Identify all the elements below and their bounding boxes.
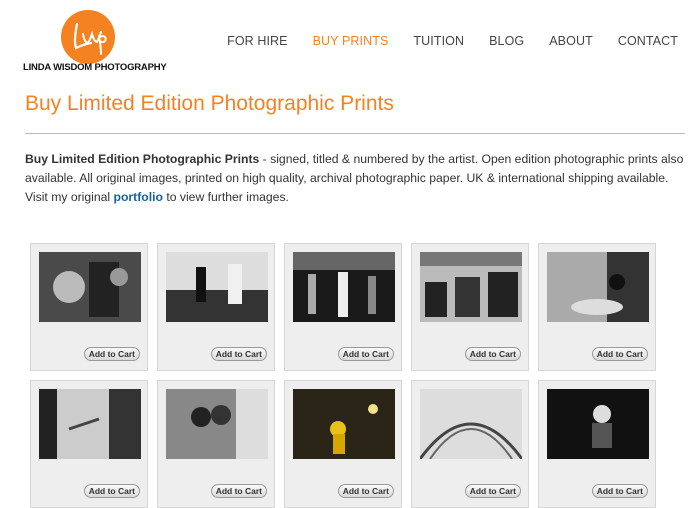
add-to-cart-button[interactable]: Add to Cart bbox=[591, 347, 648, 361]
nav-tuition[interactable]: TUITION bbox=[413, 34, 464, 48]
main-nav: FOR HIRE BUY PRINTS TUITION BLOG ABOUT C… bbox=[202, 34, 678, 48]
add-to-cart-button[interactable]: Add to Cart bbox=[83, 484, 140, 498]
logo-name: LINDA WISDOM PHOTOGRAPHY bbox=[23, 62, 167, 73]
add-to-cart-button[interactable]: Add to Cart bbox=[464, 347, 521, 361]
add-to-cart-button[interactable]: Add to Cart bbox=[591, 484, 648, 498]
product-photo[interactable] bbox=[547, 252, 649, 322]
product-photo[interactable] bbox=[166, 252, 268, 322]
product-photo[interactable] bbox=[420, 389, 522, 459]
product-photo[interactable] bbox=[420, 252, 522, 322]
nav-for-hire[interactable]: FOR HIRE bbox=[227, 34, 288, 48]
add-to-cart-button[interactable]: Add to Cart bbox=[337, 347, 394, 361]
product-card: Add to Cart bbox=[411, 380, 529, 508]
add-to-cart-button[interactable]: Add to Cart bbox=[83, 347, 140, 361]
product-card: Add to Cart bbox=[538, 243, 656, 371]
nav-about[interactable]: ABOUT bbox=[549, 34, 593, 48]
product-card: Add to Cart bbox=[157, 243, 275, 371]
product-photo[interactable] bbox=[39, 252, 141, 322]
add-to-cart-button[interactable]: Add to Cart bbox=[210, 484, 267, 498]
product-card: Add to Cart bbox=[538, 380, 656, 508]
product-photo[interactable] bbox=[39, 389, 141, 459]
nav-buy-prints[interactable]: BUY PRINTS bbox=[313, 34, 389, 48]
intro-paragraph: Buy Limited Edition Photographic Prints … bbox=[25, 150, 693, 207]
add-to-cart-button[interactable]: Add to Cart bbox=[337, 484, 394, 498]
add-to-cart-button[interactable]: Add to Cart bbox=[464, 484, 521, 498]
product-card: Add to Cart bbox=[30, 380, 148, 508]
nav-blog[interactable]: BLOG bbox=[489, 34, 524, 48]
logo-monogram-icon bbox=[73, 22, 107, 55]
product-card: Add to Cart bbox=[30, 243, 148, 371]
portfolio-link[interactable]: portfolio bbox=[114, 190, 163, 204]
product-photo[interactable] bbox=[166, 389, 268, 459]
product-card: Add to Cart bbox=[284, 243, 402, 371]
intro-bold: Buy Limited Edition Photographic Prints bbox=[25, 152, 260, 166]
page-title: Buy Limited Edition Photographic Prints bbox=[25, 92, 394, 115]
divider bbox=[25, 133, 685, 134]
product-card: Add to Cart bbox=[157, 380, 275, 508]
nav-contact[interactable]: CONTACT bbox=[618, 34, 678, 48]
add-to-cart-button[interactable]: Add to Cart bbox=[210, 347, 267, 361]
intro-tail: to view further images. bbox=[162, 190, 289, 204]
logo-mark[interactable] bbox=[61, 10, 115, 64]
product-photo[interactable] bbox=[293, 252, 395, 322]
product-card: Add to Cart bbox=[411, 243, 529, 371]
product-card: Add to Cart bbox=[284, 380, 402, 508]
product-photo[interactable] bbox=[293, 389, 395, 459]
product-photo[interactable] bbox=[547, 389, 649, 459]
